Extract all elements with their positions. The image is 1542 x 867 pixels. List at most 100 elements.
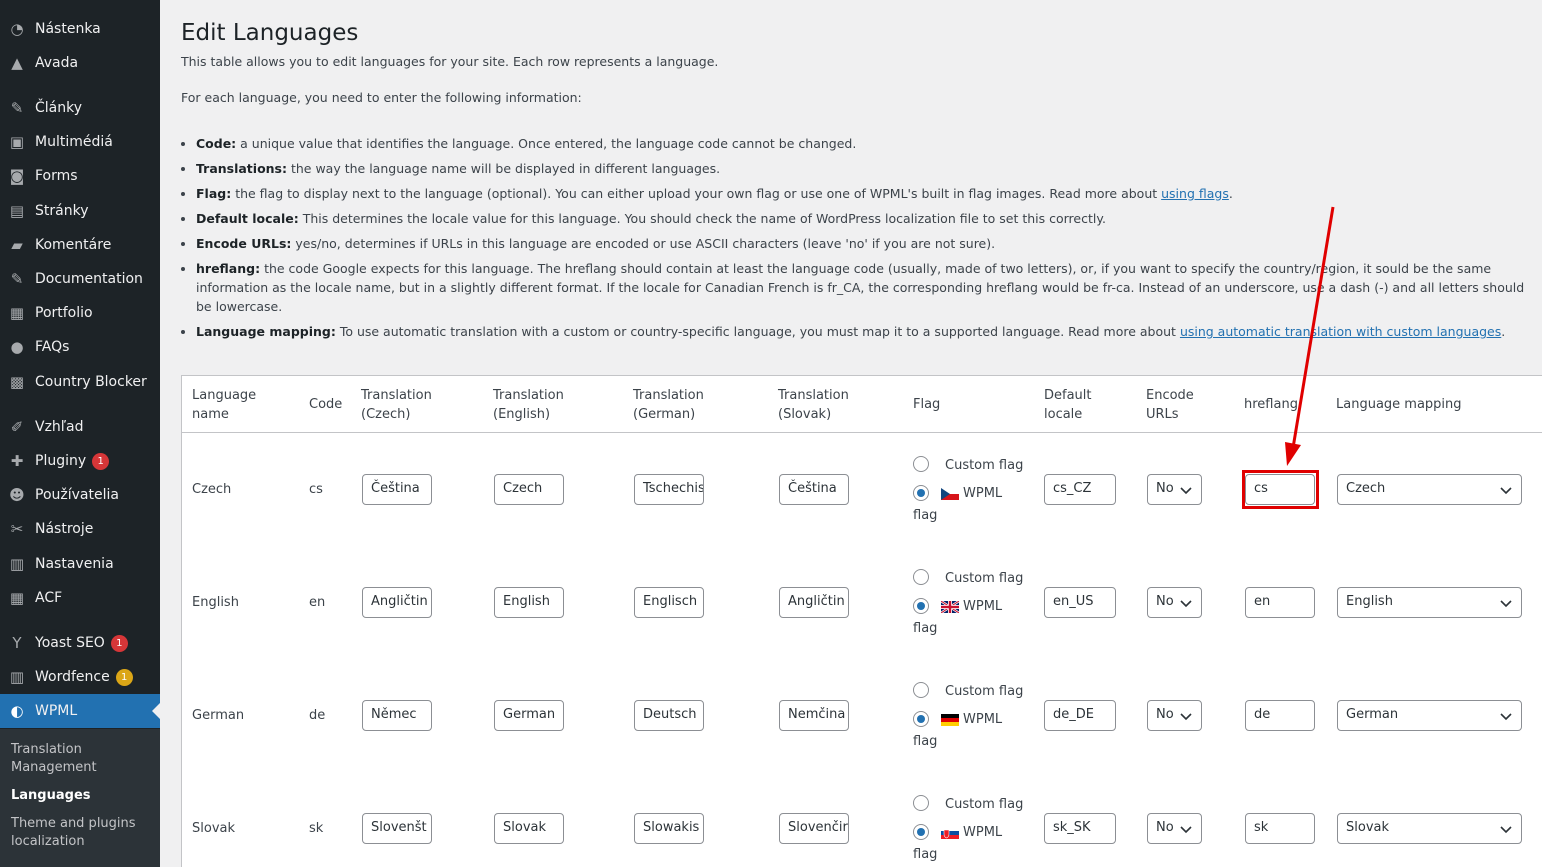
sidebar-item-label: Avada [35, 55, 79, 71]
sidebar-item-wordfence[interactable]: ▥ Wordfence 1 [0, 660, 160, 694]
translation-german-input[interactable]: Deutsch [634, 700, 704, 731]
translation-english-input[interactable]: English [494, 587, 564, 618]
sidebar-item-documentation[interactable]: ✎ Documentation [0, 262, 160, 296]
sidebar-item-vzh-ad[interactable]: ✐ Vzhľad [0, 410, 160, 444]
sidebar-item-label: Portfolio [35, 305, 93, 321]
chevron-down-icon [1180, 826, 1192, 834]
sidebar-item-wpml[interactable]: ◐ WPML [0, 694, 160, 728]
translation-german-input[interactable]: Englisch [634, 587, 704, 618]
column-header-tr-de: Translation [633, 388, 704, 403]
default-locale-input[interactable]: sk_SK [1044, 813, 1116, 844]
sidebar-item-forms[interactable]: ◙ Forms [0, 159, 160, 193]
submenu-languages[interactable]: Languages [11, 787, 151, 805]
chevron-down-icon [1180, 487, 1192, 495]
custom-flag-radio[interactable] [913, 569, 929, 585]
translation-german-input[interactable]: Slowakis [634, 813, 704, 844]
sidebar-item-acf[interactable]: ▦ ACF [0, 581, 160, 615]
encode-urls-select[interactable]: No [1147, 700, 1202, 731]
sidebar-item-avada[interactable]: ▲ Avada [0, 46, 160, 80]
translation-slovak-input[interactable]: Nemčina [779, 700, 849, 731]
custom-flag-radio[interactable] [913, 456, 929, 472]
custom-flag-radio[interactable] [913, 682, 929, 698]
wpml-flag-radio[interactable] [913, 485, 929, 501]
encode-urls-value: No [1156, 820, 1174, 835]
flag-gb-icon [940, 600, 960, 614]
default-locale-input[interactable]: cs_CZ [1044, 474, 1116, 505]
translation-english-input[interactable]: Czech [494, 474, 564, 505]
sidebar-item-portfolio[interactable]: ▦ Portfolio [0, 296, 160, 330]
translation-english-input[interactable]: German [494, 700, 564, 731]
info-term: Flag: [196, 186, 232, 201]
translation-czech-input[interactable]: Angličtin [362, 587, 432, 618]
sidebar-item--l-nky[interactable]: ✎ Články [0, 91, 160, 125]
sidebar-item-koment-re[interactable]: ▰ Komentáre [0, 228, 160, 262]
default-locale-input[interactable]: en_US [1044, 587, 1116, 618]
encode-urls-select[interactable]: No [1147, 587, 1202, 618]
info-term: Language mapping: [196, 324, 336, 339]
language-mapping-value: Slovak [1346, 820, 1390, 835]
sidebar-item-str-nky[interactable]: ▤ Stránky [0, 194, 160, 228]
sidebar-item-nastavenia[interactable]: ▥ Nastavenia [0, 547, 160, 581]
translation-czech-input[interactable]: Čeština [362, 474, 432, 505]
wpml-flag-radio[interactable] [913, 711, 929, 727]
translation-german-input[interactable]: Tschechis [634, 474, 704, 505]
submenu-theme-plugins-localization[interactable]: Theme and plugins localization [11, 815, 151, 851]
encode-urls-select[interactable]: No [1147, 813, 1202, 844]
wpml-flag-radio[interactable] [913, 824, 929, 840]
info-list-item: Translations: the way the language name … [196, 159, 1526, 178]
submenu-translation-management[interactable]: Translation Management [11, 741, 151, 777]
sidebar-item-multim-di-[interactable]: ▣ Multimédiá [0, 125, 160, 159]
encode-urls-value: No [1156, 481, 1174, 496]
translation-english-input[interactable]: Slovak [494, 813, 564, 844]
column-header-encode: Encode [1146, 388, 1194, 403]
media-icon: ▣ [9, 133, 25, 151]
sidebar-item-n-stroje[interactable]: ✂ Nástroje [0, 512, 160, 546]
column-header-tr-de: (German) [633, 407, 696, 422]
sidebar-item-label: Komentáre [35, 237, 112, 253]
translation-slovak-input[interactable]: Čeština [779, 474, 849, 505]
wpml-flag-radio[interactable] [913, 598, 929, 614]
info-link[interactable]: using flags [1161, 186, 1229, 201]
sidebar-item-label: Nastavenia [35, 556, 114, 572]
sidebar-item-pluginy[interactable]: ✚ Pluginy 1 [0, 444, 160, 478]
translation-slovak-input[interactable]: Slovenčir [779, 813, 849, 844]
sidebar-item-pou-vatelia[interactable]: ☻ Používatelia [0, 478, 160, 512]
translation-czech-input[interactable]: Slovenšt [362, 813, 432, 844]
info-list-item: Encode URLs: yes/no, determines if URLs … [196, 234, 1526, 253]
language-mapping-select[interactable]: Czech [1337, 474, 1522, 505]
translation-czech-input[interactable]: Němec [362, 700, 432, 731]
custom-flag-radio[interactable] [913, 795, 929, 811]
wpml-icon: ◐ [10, 702, 24, 720]
sidebar-item-yoast-seo[interactable]: Y Yoast SEO 1 [0, 626, 160, 660]
column-header-mapping: Language mapping [1336, 397, 1462, 412]
languages-table: Language name Code Translation (Czech) Transl… [181, 375, 1542, 867]
language-mapping-select[interactable]: Slovak [1337, 813, 1522, 844]
intro-text: This table allows you to edit languages … [181, 54, 719, 69]
update-count-badge: 1 [92, 452, 110, 470]
portfolio-icon: ▦ [9, 304, 25, 322]
info-description: yes/no, determines if URLs in this langu… [291, 236, 996, 251]
flag-word-label: flag [913, 734, 938, 749]
info-link[interactable]: using automatic translation with custom … [1180, 324, 1501, 339]
language-mapping-value: German [1346, 707, 1399, 722]
sidebar-item-label: Nástroje [35, 521, 94, 537]
forms-icon: ◙ [9, 167, 25, 185]
translation-slovak-input[interactable]: Angličtin [779, 587, 849, 618]
hreflang-input[interactable]: sk [1245, 813, 1315, 844]
sidebar-item-country-blocker[interactable]: ▩ Country Blocker [0, 365, 160, 399]
sidebar-item-n-stenka[interactable]: ◔ Nástenka [0, 12, 160, 46]
hreflang-input[interactable]: en [1245, 587, 1315, 618]
language-mapping-select[interactable]: English [1337, 587, 1522, 618]
default-locale-input[interactable]: de_DE [1044, 700, 1116, 731]
encode-urls-select[interactable]: No [1147, 474, 1202, 505]
custom-flag-label: Custom flag [945, 797, 1024, 812]
sidebar-item-label: Pluginy [35, 453, 87, 469]
sidebar-item-faqs[interactable]: ● FAQs [0, 330, 160, 364]
language-mapping-select[interactable]: German [1337, 700, 1522, 731]
sidebar-item-label: Country Blocker [35, 374, 147, 390]
wpml-submenu: Translation Management Languages Theme a… [0, 729, 160, 867]
ip-icon: ▩ [9, 373, 25, 391]
hreflang-highlight-box [1242, 470, 1319, 509]
hreflang-input[interactable]: de [1245, 700, 1315, 731]
sidebar-item-label: Wordfence [35, 669, 110, 685]
